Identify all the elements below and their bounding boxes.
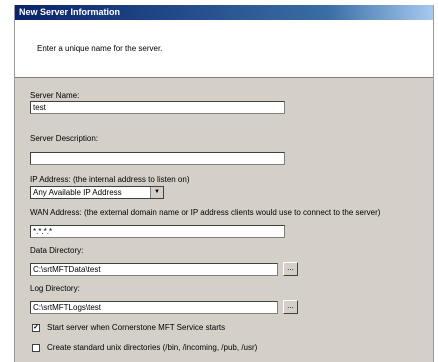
data-directory-input[interactable]: C:\srtMFTData\test — [30, 263, 278, 276]
start-server-checkbox-label[interactable]: Start server when Cornerstone MFT Servic… — [47, 323, 225, 332]
ip-address-select[interactable]: Any Available IP Address ▼ — [30, 186, 164, 199]
header-panel: Enter a unique name for the server. — [15, 20, 433, 78]
header-instruction: Enter a unique name for the server. — [37, 44, 163, 53]
server-description-label: Server Description: — [30, 134, 99, 143]
chevron-down-icon[interactable]: ▼ — [150, 187, 163, 198]
log-directory-label: Log Directory: — [30, 284, 80, 293]
log-directory-input[interactable]: C:\srtMFTLogs\test — [30, 301, 278, 314]
start-server-checkbox[interactable]: ✓ — [32, 324, 40, 332]
wan-address-label: WAN Address: (the external domain name o… — [30, 208, 381, 217]
log-directory-browse-button[interactable]: ... — [283, 300, 298, 314]
server-name-label: Server Name: — [30, 91, 80, 100]
unix-directories-checkbox[interactable] — [32, 344, 40, 352]
wan-address-input[interactable]: *.*.*.* — [30, 225, 285, 238]
ip-address-selected: Any Available IP Address — [33, 188, 122, 197]
data-directory-browse-button[interactable]: ... — [283, 262, 298, 276]
dialog-title: New Server Information — [15, 5, 433, 20]
server-name-input[interactable]: test — [30, 101, 285, 114]
ip-address-label: IP Address: (the internal address to lis… — [30, 175, 190, 184]
unix-directories-checkbox-label[interactable]: Create standard unix directories (/bin, … — [47, 343, 257, 352]
server-description-input[interactable] — [30, 152, 285, 165]
new-server-dialog: New Server Information Enter a unique na… — [14, 5, 434, 362]
data-directory-label: Data Directory: — [30, 246, 84, 255]
